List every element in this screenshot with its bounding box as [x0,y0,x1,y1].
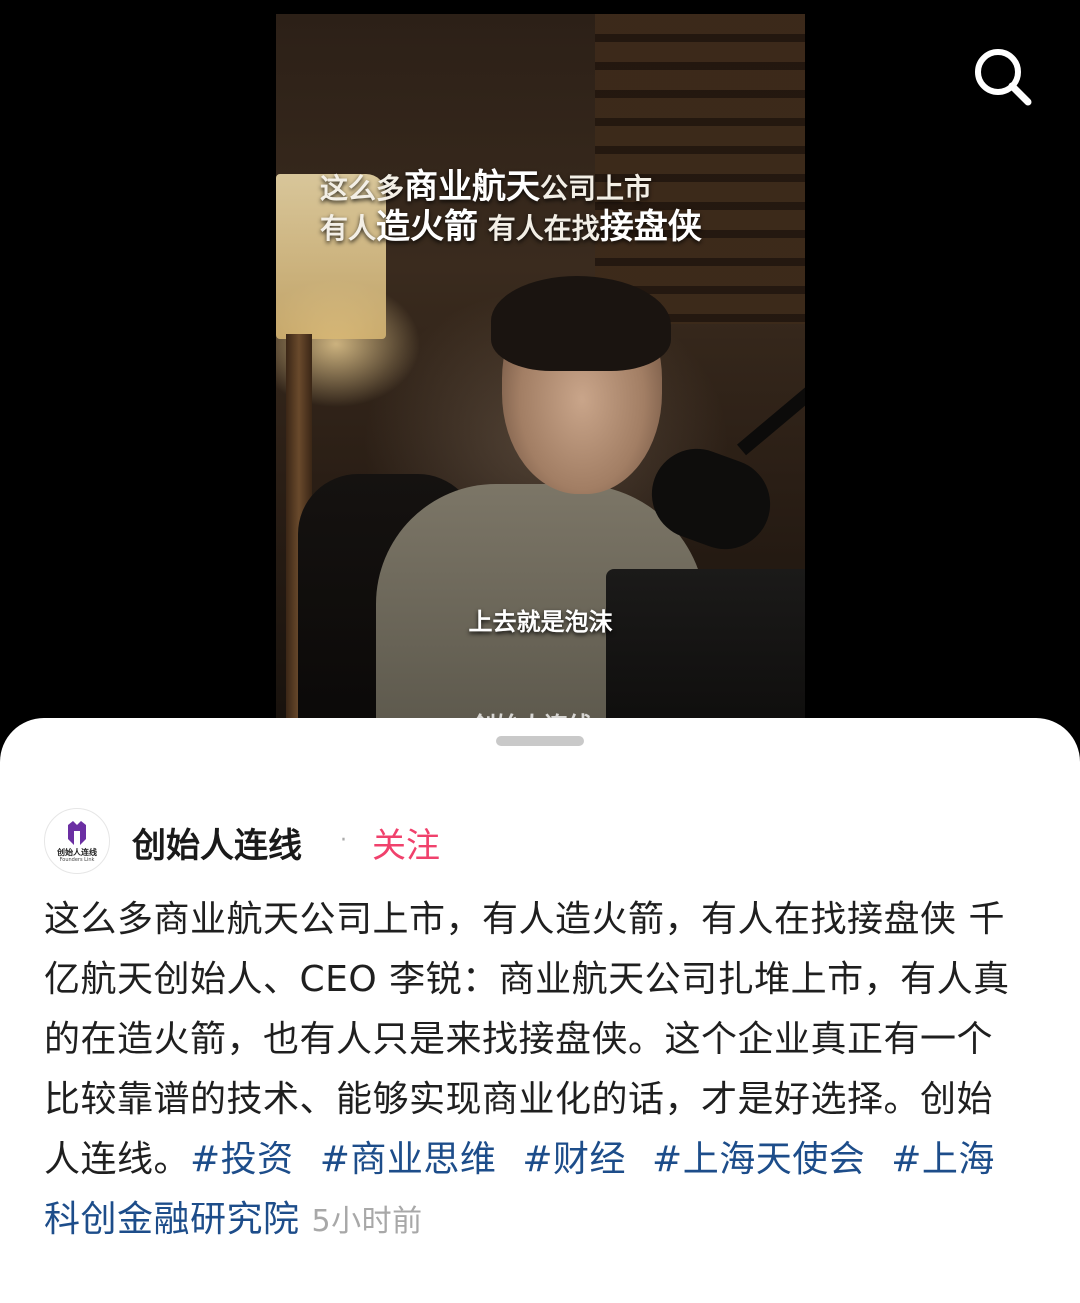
post-detail-sheet: 创始人连线 Founders Link 创始人连线 · 关注 这么多商业航天公司… [0,718,1080,1303]
video-frame[interactable]: 这么多商业航天公司上市 有人造火箭 有人在找接盘侠 上去就是泡沫 创始人连线 [276,14,805,734]
hashtag-invest[interactable]: #投资 [190,1139,294,1180]
hashtag-business-thinking[interactable]: #商业思维 [320,1139,497,1180]
hashtag-finance[interactable]: #财经 [522,1139,626,1180]
founders-link-logo-icon [68,821,86,845]
video-player[interactable]: 这么多商业航天公司上市 有人造火箭 有人在找接盘侠 上去就是泡沫 创始人连线 [0,0,1080,760]
separator-dot: · [340,828,347,853]
search-icon [975,49,1032,106]
video-caption-line-2: 有人造火箭 有人在找接盘侠 [320,207,702,247]
search-button[interactable] [968,42,1038,112]
avatar-text-cn: 创始人连线 [57,848,97,857]
hashtag-shanghai-angel[interactable]: #上海天使会 [652,1139,865,1180]
post-description: 这么多商业航天公司上市，有人造火箭，有人在找接盘侠 千亿航天创始人、CEO 李锐… [44,890,1014,1252]
mic-arm [737,386,805,456]
person-hair [491,276,671,371]
post-time: 5小时前 [311,1204,423,1239]
avatar-text-en: Founders Link [59,857,95,863]
video-subtitle: 上去就是泡沫 [468,608,613,636]
drag-handle[interactable] [496,736,584,746]
laptop [606,569,805,734]
follow-button[interactable]: 关注 [372,818,440,867]
post-text: 这么多商业航天公司上市，有人造火箭，有人在找接盘侠 千亿航天创始人、CEO 李锐… [44,899,1010,1180]
author-name[interactable]: 创始人连线 [132,818,302,867]
author-avatar[interactable]: 创始人连线 Founders Link [44,808,110,874]
